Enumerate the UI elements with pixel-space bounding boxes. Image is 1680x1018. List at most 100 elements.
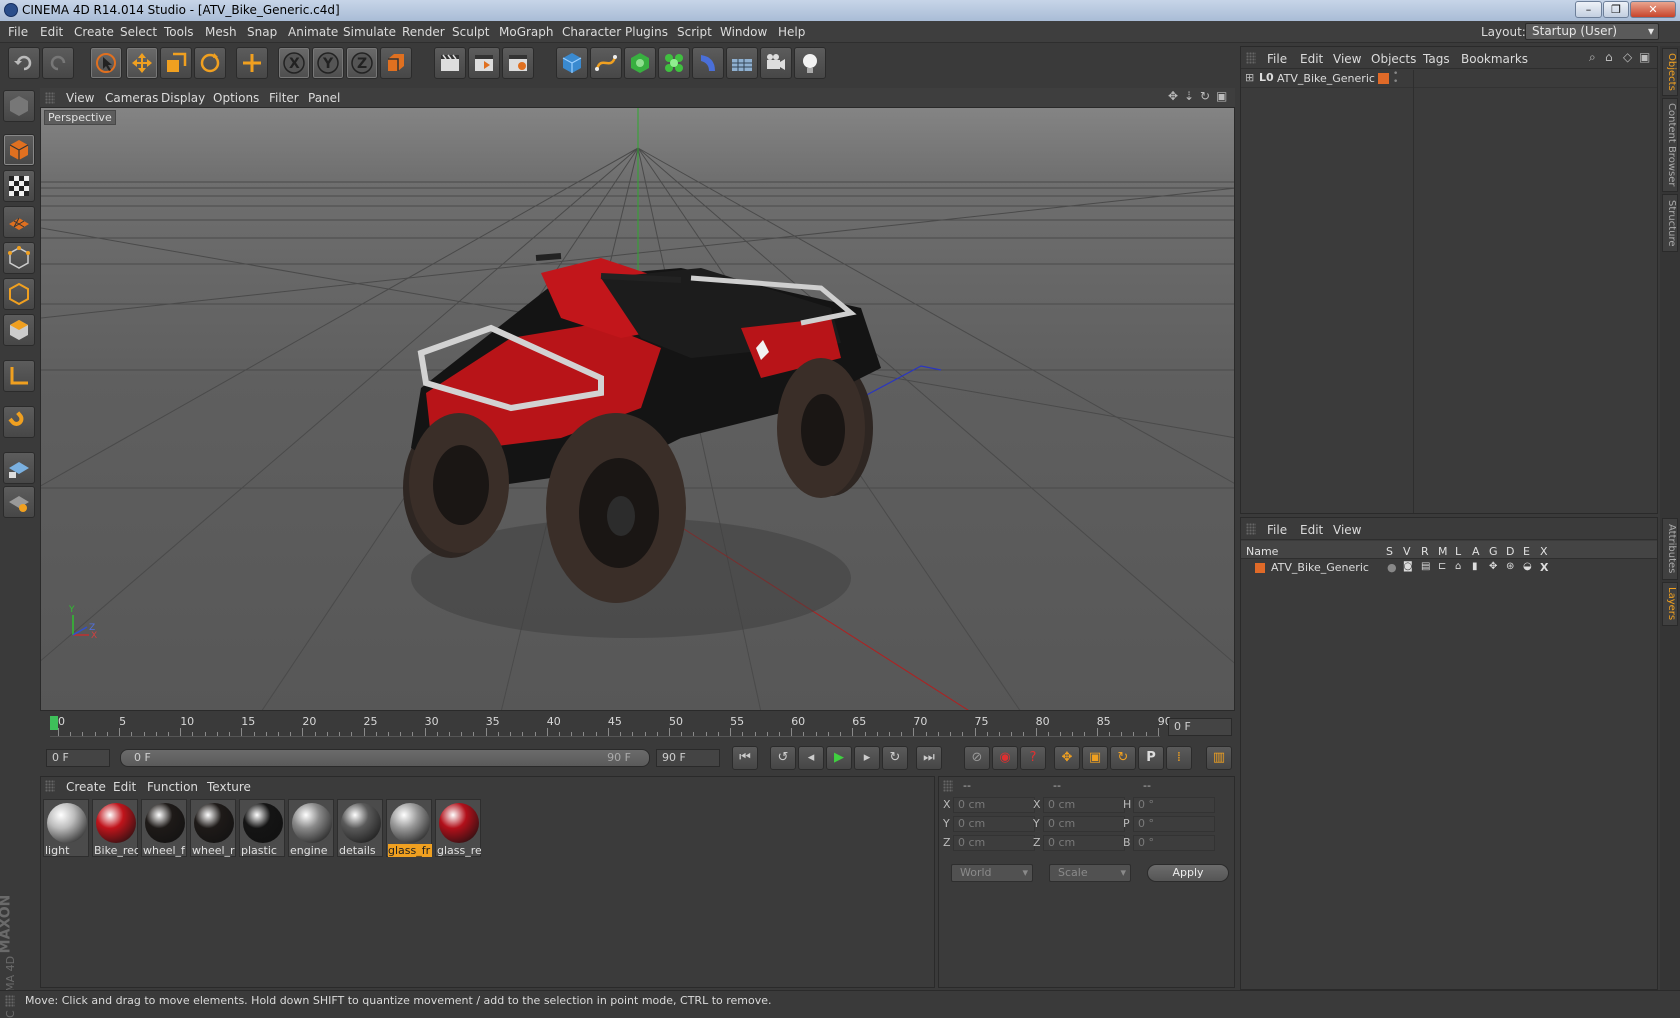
coord-value-field[interactable]: 0 cm [953,797,1035,813]
previous-key-button[interactable]: ↺ [770,746,796,770]
menu-plugins[interactable]: Plugins [625,25,668,39]
menu-edit[interactable]: Edit [40,25,63,39]
menu-render[interactable]: Render [402,25,445,39]
tab-content-browser[interactable]: Content Browser [1662,98,1678,192]
record-active-objects-button[interactable]: ⊘ [964,746,990,770]
render-view-button[interactable] [434,47,466,79]
record-rotation-button[interactable]: ↻ [1110,746,1136,770]
manager-toggle-icon[interactable]: ⊏ [1438,561,1446,572]
viewport-menu-display[interactable]: Display [161,91,205,105]
timeline-editor-button[interactable]: ▥ [1206,746,1232,770]
layout-dropdown[interactable]: Startup (User) ▾ [1525,23,1659,40]
object-menu-view[interactable]: View [1333,52,1361,66]
keyframe-selection-button[interactable]: ? [1020,746,1046,770]
layer-menu-edit[interactable]: Edit [1300,523,1323,537]
coordinate-space-dropdown[interactable]: World ▾ [951,864,1033,882]
axis-mode-button[interactable] [3,360,35,392]
record-parameter-button[interactable]: P [1138,746,1164,770]
frame-range-slider[interactable]: 0 F 90 F [120,749,650,767]
viewport-menu-filter[interactable]: Filter [269,91,299,105]
deformers-toggle-icon[interactable]: ⊛ [1506,561,1514,572]
texture-mode-button[interactable] [3,170,35,202]
viewport-menu-options[interactable]: Options [213,91,259,105]
workplane-mode-button[interactable] [3,206,35,238]
menu-select[interactable]: Select [120,25,157,39]
live-selection-tool-button[interactable] [90,47,122,79]
object-menu-objects[interactable]: Objects [1371,52,1416,66]
layer-name[interactable]: ATV_Bike_Generic [1271,561,1369,574]
menu-sculpt[interactable]: Sculpt [452,25,489,39]
object-menu-bookmarks[interactable]: Bookmarks [1461,52,1528,66]
snap-magnet-button[interactable] [3,406,35,438]
previous-frame-button[interactable]: ◂ [798,746,824,770]
viewport-menu-cameras[interactable]: Cameras [105,91,158,105]
material-menu-function[interactable]: Function [147,780,198,794]
material-menu-edit[interactable]: Edit [113,780,136,794]
menu-simulate[interactable]: Simulate [343,25,396,39]
viewport-rotate-icon[interactable]: ↻ [1200,89,1210,103]
undo-button[interactable] [8,47,40,79]
new-window-icon[interactable]: ▣ [1639,50,1650,64]
coord-value-field[interactable]: 0 cm [953,816,1035,832]
minimize-button[interactable]: – [1575,1,1602,18]
coord-value-field[interactable]: 0 ° [1133,835,1215,851]
object-menu-tags[interactable]: Tags [1423,52,1450,66]
viewport-dolly-icon[interactable]: ⇣ [1184,89,1194,103]
y-axis-lock-button[interactable]: Y [312,47,344,79]
points-mode-button[interactable] [3,242,35,274]
floor-object-button[interactable] [726,47,758,79]
workplane-lock-button[interactable] [3,452,35,484]
tab-attributes[interactable]: Attributes [1662,518,1678,580]
cloner-button[interactable] [658,47,690,79]
next-key-button[interactable]: ↻ [882,746,908,770]
maximize-button[interactable]: ❐ [1603,1,1629,18]
layer-color-swatch[interactable] [1378,73,1389,84]
animation-toggle-icon[interactable]: ▮ [1472,561,1478,572]
coord-value-field[interactable]: 0 ° [1133,816,1215,832]
material-swatch[interactable]: wheel_r [190,799,236,857]
expand-icon[interactable]: ⊞ [1245,71,1254,84]
layer-col-locked[interactable]: L [1455,545,1461,558]
menu-help[interactable]: Help [778,25,805,39]
layer-color-swatch[interactable] [1255,563,1265,573]
camera-object-button[interactable] [760,47,792,79]
object-name[interactable]: ATV_Bike_Generic [1277,72,1375,85]
end-frame-field[interactable]: 90 F [656,749,720,767]
generators-toggle-icon[interactable]: ✥ [1489,561,1497,572]
make-editable-button[interactable] [3,90,35,122]
layer-menu-view[interactable]: View [1333,523,1361,537]
apply-button[interactable]: Apply [1147,864,1229,882]
object-row[interactable]: ⊞ L0 ATV_Bike_Generic • • [1241,70,1657,88]
viewport-menu-panel[interactable]: Panel [308,91,340,105]
layer-col-render[interactable]: R [1421,545,1429,558]
perspective-viewport[interactable]: Perspective Y Z X [40,107,1235,711]
xref-toggle-icon[interactable]: X [1540,561,1548,574]
record-scale-button[interactable]: ▣ [1082,746,1108,770]
menu-file[interactable]: File [8,25,28,39]
material-menu-texture[interactable]: Texture [207,780,251,794]
menu-character[interactable]: Character [562,25,621,39]
navigate-icon[interactable]: ◇ [1623,50,1632,64]
layer-col-xref[interactable]: X [1540,545,1548,558]
x-axis-lock-button[interactable]: X [278,47,310,79]
go-to-start-button[interactable]: ⏮ [732,746,758,770]
viewport-menu-view[interactable]: View [66,91,94,105]
close-button[interactable]: ✕ [1630,1,1676,18]
coord-value-field[interactable]: 0 ° [1133,797,1215,813]
home-icon[interactable]: ⌂ [1605,50,1613,64]
autokeying-button[interactable]: ◉ [992,746,1018,770]
go-to-end-button[interactable]: ⏭ [916,746,942,770]
material-swatch[interactable]: details [337,799,383,857]
render-toggle-icon[interactable]: ▤ [1421,561,1430,572]
material-menu-create[interactable]: Create [66,780,106,794]
layer-col-expressions[interactable]: E [1523,545,1530,558]
tab-layers[interactable]: Layers [1662,582,1678,626]
material-swatch[interactable]: glass_re [435,799,481,857]
play-button[interactable]: ▶ [826,746,852,770]
add-tool-button[interactable] [236,47,268,79]
light-object-button[interactable] [794,47,826,79]
rotate-tool-button[interactable] [194,47,226,79]
view-toggle-icon[interactable]: ◙ [1403,561,1413,572]
material-swatch[interactable]: wheel_f [141,799,187,857]
move-tool-button[interactable] [126,47,158,79]
